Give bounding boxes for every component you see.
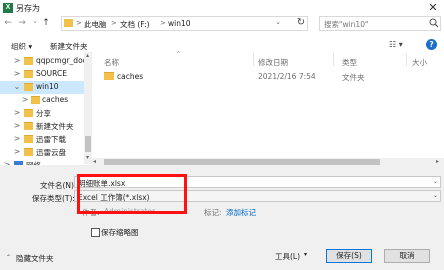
breadcrumb-drive[interactable]: 文档 (F:) [120,19,150,30]
title-bar: X 另存为 ✕ [0,0,444,16]
chevron-right-icon[interactable]: > [13,121,21,130]
view-options-icon[interactable]: ☷ ▾ [389,40,403,49]
tools-dropdown[interactable]: 工具(L) ▾ [275,250,309,262]
tree-item-label: qqpcmgr_docpro [36,56,84,65]
chevron-right-icon[interactable]: > [13,147,21,156]
folder-icon [31,96,40,104]
list-item[interactable]: caches 2021/2/16 7:54 文件夹 [100,70,444,83]
file-date: 2021/2/16 7:54 [258,72,316,81]
column-header-size[interactable]: 大小 [412,57,427,68]
scroll-left-icon[interactable]: ◂ [93,158,96,165]
tree-item-qqpcmgr[interactable]: > qqpcmgr_docpro [0,55,84,68]
tree-item-share[interactable]: > 分享 [0,107,84,120]
folder-icon [24,57,33,65]
column-divider[interactable] [406,53,407,66]
save-button[interactable]: 保存(S) [326,249,372,263]
tree-item-label: 分享 [36,109,51,118]
cancel-button[interactable]: 取消 [384,249,430,263]
chevron-down-icon[interactable]: ⌄ [433,178,438,185]
tree-scrollbar[interactable]: ▴ ▾ [84,52,92,164]
chevron-right-icon[interactable]: > [13,108,21,117]
file-type: 文件夹 [342,73,365,82]
up-arrow-icon[interactable]: ↑ [41,18,51,28]
close-icon[interactable]: ✕ [425,1,441,15]
sort-chevron-icon: ^ [176,51,182,58]
tree-item-label: caches [42,95,69,104]
highlight-annotation-box [77,174,187,214]
file-name: caches [117,72,144,81]
folder-icon [24,83,33,91]
folder-icon [24,70,33,78]
chevron-down-icon[interactable]: ⌄ [13,82,21,91]
tree-item-label: 迅雷下载 [36,135,66,144]
breadcrumb-sep-icon: > [76,19,82,27]
new-folder-button[interactable]: 新建文件夹 [50,41,88,52]
folder-icon [24,109,33,117]
tree-item-xunlei-cloud[interactable]: > 迅雷云盘 [0,146,84,159]
tree-item-label: win10 [36,82,59,91]
tree-item-new-folder[interactable]: > 新建文件夹 [0,120,84,133]
folder-icon [104,72,114,80]
tools-label: 工具(L) [275,252,301,261]
scroll-thumb[interactable] [85,136,91,152]
tree-item-label: 迅雷云盘 [36,148,66,157]
tree-item-xunlei-download[interactable]: > 迅雷下载 [0,133,84,146]
chevron-down-icon[interactable]: ⌄ [433,192,438,199]
tree-item-caches[interactable]: > caches [0,94,84,107]
column-header-name[interactable]: 名称 [104,57,119,68]
help-icon[interactable]: ? [426,39,437,50]
chevron-right-icon[interactable]: > [13,134,21,143]
breadcrumb-sep-icon: > [111,19,117,27]
folder-icon [24,122,33,130]
tree-item-win10[interactable]: ⌄ win10 [0,81,84,94]
chevron-right-icon[interactable]: > [13,56,21,65]
hide-folders-button[interactable]: 隐藏文件夹 [16,253,54,264]
column-header-date[interactable]: 修改日期 [258,57,288,68]
forward-arrow-icon[interactable]: → [17,18,27,28]
breadcrumb-folder[interactable]: win10 [168,19,191,28]
filetype-label: 保存类型(T): [32,194,75,203]
tree-item-label: SOURCE [36,69,67,78]
column-header-type[interactable]: 类型 [342,57,357,68]
filename-label: 文件名(N): [40,181,77,190]
chevron-right-icon[interactable]: > [21,95,29,104]
folder-icon [64,19,73,27]
add-tags-link[interactable]: 添加标记 [226,207,256,218]
scroll-up-icon[interactable]: ▴ [86,52,89,59]
back-arrow-icon[interactable]: ← [3,18,13,28]
tags-label: 标记: [204,208,222,217]
search-icon[interactable] [429,18,439,28]
scroll-right-icon[interactable]: ▸ [436,158,439,165]
chevron-up-icon[interactable]: ⌃ [6,254,11,261]
breadcrumb-pc[interactable]: 此电脑 [84,19,107,30]
column-divider[interactable] [333,53,334,66]
scroll-down-icon[interactable]: ▾ [86,154,89,161]
organize-button[interactable]: 组织 ▾ [11,41,32,52]
chevron-down-icon: ▾ [304,251,308,258]
excel-app-icon: X [3,3,13,13]
recent-locations-icon[interactable]: ⌄ [30,17,40,25]
tree-item-source[interactable]: > SOURCE [0,68,84,81]
breadcrumb-sep-icon: > [160,19,166,27]
tree-item-label: 新建文件夹 [36,122,74,131]
thumbnail-checkbox[interactable] [91,228,100,237]
folder-icon [24,148,33,156]
thumbnail-label: 保存缩略图 [101,228,139,237]
navigation-tree: > qqpcmgr_docpro > SOURCE ⌄ win10 > cach… [0,52,84,165]
refresh-icon[interactable]: ↻ [295,17,307,29]
column-divider[interactable] [253,53,254,66]
chevron-right-icon[interactable]: > [13,69,21,78]
window-title: 另存为 [16,4,40,13]
search-placeholder: 搜索"win10" [324,20,369,29]
address-dropdown-icon[interactable]: ⌄ [273,18,283,29]
folder-icon [24,135,33,143]
